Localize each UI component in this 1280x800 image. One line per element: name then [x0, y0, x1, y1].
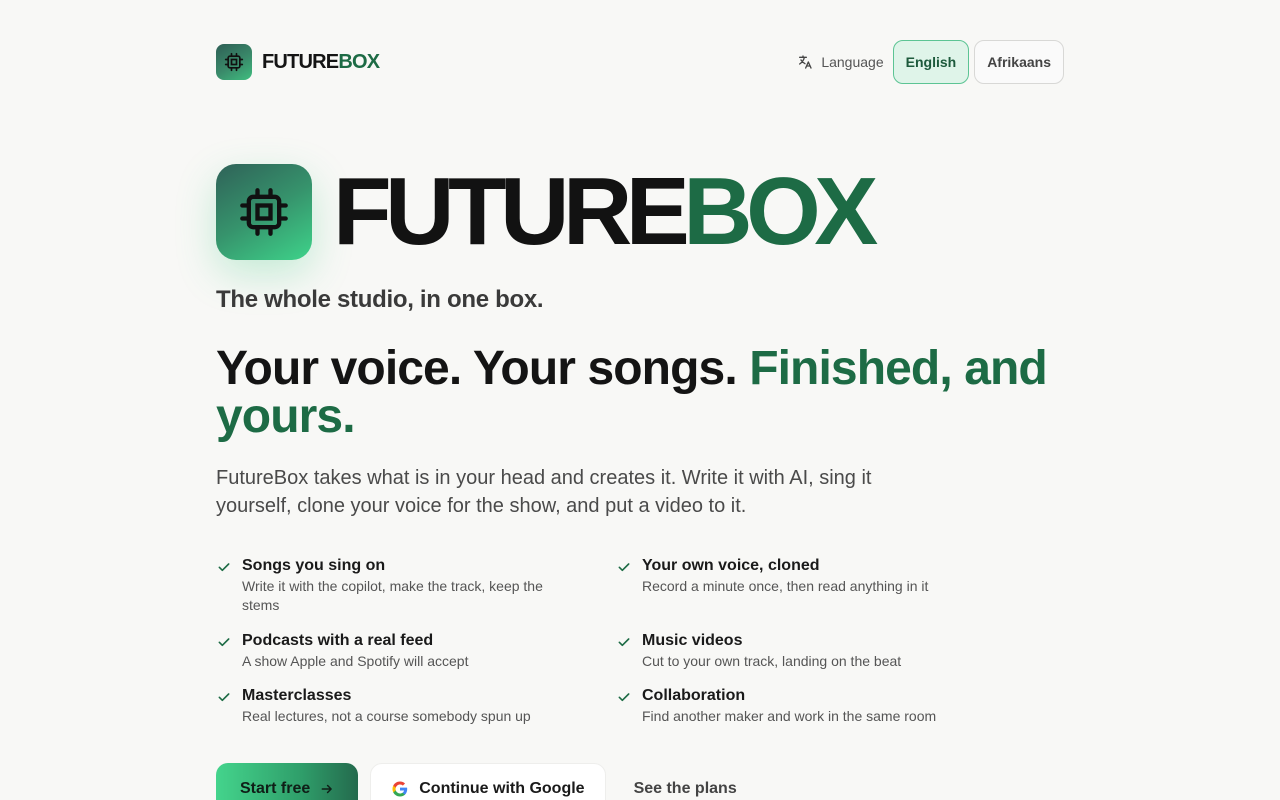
- check-icon: [618, 563, 630, 572]
- hero-chip-icon: [216, 164, 312, 260]
- feature-description: Record a minute once, then read anything…: [642, 578, 929, 594]
- language-switcher: Language English Afrikaans: [797, 40, 1064, 84]
- continue-with-google-button[interactable]: Continue with Google: [370, 763, 606, 800]
- language-option-english[interactable]: English: [892, 40, 970, 84]
- feature-title: Music videos: [642, 632, 743, 649]
- feature-item: Collaboration Find another maker and wor…: [616, 686, 976, 726]
- language-label: Language: [797, 54, 884, 70]
- language-option-afrikaans[interactable]: Afrikaans: [974, 40, 1064, 84]
- check-icon: [618, 693, 630, 702]
- check-icon: [218, 638, 230, 647]
- chip-icon: [216, 44, 252, 80]
- hero-title: FUTUREBOX: [333, 158, 878, 265]
- check-icon: [218, 563, 230, 572]
- feature-title: Songs you sing on: [242, 557, 386, 574]
- google-icon: [392, 781, 408, 797]
- feature-description: Cut to your own track, landing on the be…: [642, 653, 902, 669]
- feature-item: Your own voice, cloned Record a minute o…: [616, 556, 976, 596]
- feature-title: Podcasts with a real feed: [242, 632, 434, 649]
- check-icon: [618, 638, 630, 647]
- translate-icon: [799, 55, 812, 69]
- tagline: The whole studio, in one box.: [216, 286, 544, 313]
- feature-item: Podcasts with a real feed A show Apple a…: [216, 631, 576, 671]
- brand-logo[interactable]: FUTUREBOX: [216, 44, 380, 80]
- feature-description: Find another maker and work in the same …: [642, 708, 937, 724]
- feature-title: Collaboration: [642, 687, 746, 704]
- check-icon: [218, 693, 230, 702]
- see-plans-link[interactable]: See the plans: [634, 763, 737, 800]
- feature-title: Masterclasses: [242, 687, 352, 704]
- feature-item: Songs you sing on Write it with the copi…: [216, 556, 576, 615]
- feature-description: Write it with the copilot, make the trac…: [242, 578, 543, 613]
- feature-description: Real lectures, not a course somebody spu…: [242, 708, 531, 724]
- headline: Your voice. Your songs. Finished, and yo…: [216, 342, 1048, 443]
- feature-title: Your own voice, cloned: [642, 557, 820, 574]
- arrow-right-icon: [321, 784, 333, 794]
- cta-row: Start free Continue with Google See the …: [216, 763, 737, 800]
- feature-description: A show Apple and Spotify will accept: [242, 653, 469, 669]
- intro-paragraph: FutureBox takes what is in your head and…: [216, 467, 872, 517]
- feature-item: Music videos Cut to your own track, land…: [616, 631, 976, 671]
- feature-item: Masterclasses Real lectures, not a cours…: [216, 686, 576, 726]
- brand-name: FUTUREBOX: [262, 50, 380, 73]
- start-free-button[interactable]: Start free: [216, 763, 359, 800]
- site-header: FUTUREBOX Language English Afrikaans: [216, 40, 1064, 84]
